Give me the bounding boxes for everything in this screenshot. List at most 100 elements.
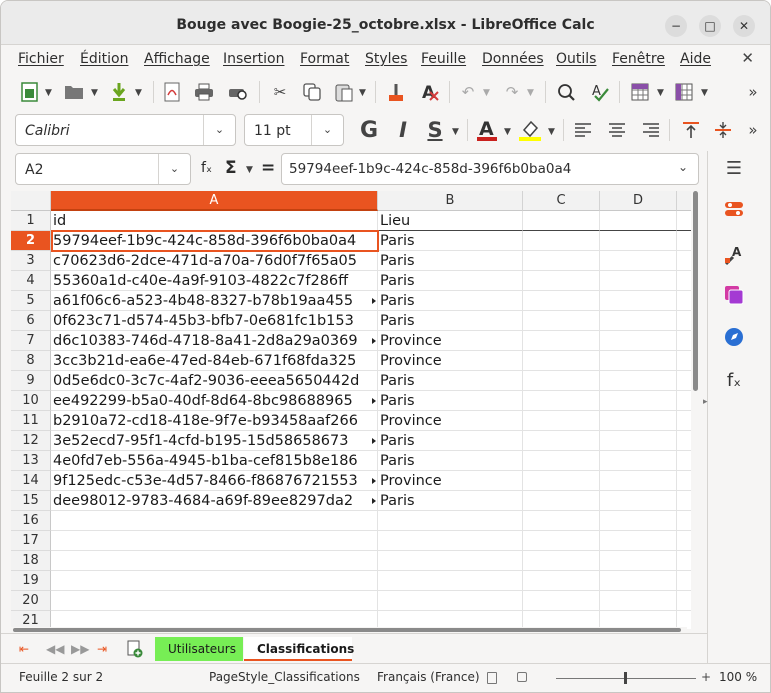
cell-e8[interactable] <box>677 351 691 371</box>
row-header[interactable]: 12 <box>11 431 51 451</box>
cell-e11[interactable] <box>677 411 691 431</box>
row-header[interactable]: 7 <box>11 331 51 351</box>
cell-e14[interactable] <box>677 471 691 491</box>
minimize-button[interactable]: − <box>665 15 687 37</box>
column-header-c[interactable]: C <box>523 191 600 211</box>
open-folder-icon[interactable] <box>63 81 85 103</box>
row-header[interactable]: 16 <box>11 511 51 531</box>
cell-d9[interactable] <box>600 371 677 391</box>
cell-c5[interactable] <box>523 291 600 311</box>
row-header[interactable]: 4 <box>11 271 51 291</box>
row-header[interactable]: 5 <box>11 291 51 311</box>
maximize-button[interactable]: □ <box>699 15 721 37</box>
cell-e10[interactable] <box>677 391 691 411</box>
formula-input[interactable]: 59794eef-1b9c-424c-858d-396f6b0ba0a4 ⌄ <box>281 153 699 185</box>
row-header[interactable]: 8 <box>11 351 51 371</box>
cell-e1[interactable] <box>677 211 691 231</box>
open-dropdown-icon[interactable]: ▼ <box>91 88 98 98</box>
column-header-a[interactable]: A <box>51 191 378 211</box>
sheet-tab-utilisateurs[interactable]: Utilisateurs <box>155 637 243 661</box>
menu-affichage[interactable]: Affichage <box>144 51 210 67</box>
close-document-icon[interactable]: ✕ <box>741 49 754 67</box>
menu-donnees[interactable]: Données <box>482 51 544 67</box>
select-all-corner[interactable] <box>11 191 51 211</box>
align-top-icon[interactable] <box>679 118 703 142</box>
undo-icon[interactable]: ↶ <box>457 81 479 103</box>
menu-aide[interactable]: Aide <box>680 51 711 67</box>
copy-icon[interactable] <box>301 81 323 103</box>
next-sheet-icon[interactable]: ▶▶ <box>71 642 89 656</box>
column-icon[interactable] <box>673 81 695 103</box>
cell-b11[interactable]: Province <box>378 411 523 431</box>
cell-b19[interactable] <box>378 571 523 591</box>
page-style[interactable]: PageStyle_Classifications <box>209 670 360 684</box>
cell-e15[interactable] <box>677 491 691 511</box>
toolbar-overflow-icon[interactable]: » <box>745 118 761 142</box>
vertical-scrollbar-thumb[interactable] <box>693 191 698 391</box>
column-header-b[interactable]: B <box>378 191 523 211</box>
spreadsheet-grid[interactable]: A B C D 1 id Lieu 2 59794eef-1b9c-424c-858d-… <box>11 191 691 629</box>
cell-e3[interactable] <box>677 251 691 271</box>
cell-e2[interactable] <box>677 231 691 251</box>
cell-b3[interactable]: Paris <box>378 251 523 271</box>
properties-icon[interactable] <box>722 200 746 224</box>
column-header-e[interactable] <box>677 191 691 211</box>
find-replace-icon[interactable] <box>555 81 577 103</box>
close-button[interactable]: ✕ <box>733 15 755 37</box>
horizontal-scrollbar-thumb[interactable] <box>13 628 681 632</box>
cell-a10[interactable]: ee492299-b5a0-40df-8d64-8bc98688965 <box>51 391 378 411</box>
previous-sheet-icon[interactable]: ◀◀ <box>46 642 64 656</box>
row-header[interactable]: 9 <box>11 371 51 391</box>
cell-c20[interactable] <box>523 591 600 611</box>
menu-outils[interactable]: Outils <box>556 51 596 67</box>
vertical-scrollbar[interactable] <box>691 191 701 629</box>
name-box[interactable]: A2 ⌄ <box>15 153 191 185</box>
bold-icon[interactable]: G <box>357 118 381 143</box>
cell-e12[interactable] <box>677 431 691 451</box>
cell-c8[interactable] <box>523 351 600 371</box>
cell-a5[interactable]: a61f06c6-a523-4b48-8327-b78b19aa455 <box>51 291 378 311</box>
font-color-icon[interactable]: A <box>475 116 499 144</box>
print-preview-icon[interactable] <box>227 81 249 103</box>
export-pdf-icon[interactable] <box>161 81 183 103</box>
row-header[interactable]: 14 <box>11 471 51 491</box>
last-sheet-icon[interactable]: ⇥ <box>97 642 107 656</box>
cell-b15[interactable]: Paris <box>378 491 523 511</box>
gallery-icon[interactable] <box>722 285 746 309</box>
cell-d15[interactable] <box>600 491 677 511</box>
font-color-dropdown-icon[interactable]: ▼ <box>504 127 511 137</box>
cell-e7[interactable] <box>677 331 691 351</box>
cell-e9[interactable] <box>677 371 691 391</box>
cell-e18[interactable] <box>677 551 691 571</box>
chevron-down-icon[interactable]: ⌄ <box>158 154 190 184</box>
cell-a3[interactable]: c70623d6-2dce-471d-a70a-76d0f7f65a05 <box>51 251 378 271</box>
cell-b7[interactable]: Province <box>378 331 523 351</box>
align-left-icon[interactable] <box>571 118 595 142</box>
row-header[interactable]: 2 <box>11 231 51 251</box>
cell-c7[interactable] <box>523 331 600 351</box>
redo-dropdown-icon[interactable]: ▼ <box>527 88 534 98</box>
row-header[interactable]: 6 <box>11 311 51 331</box>
center-vertically-icon[interactable] <box>711 118 735 142</box>
sheet-tab-classifications[interactable]: Classifications <box>244 637 354 661</box>
styles-icon[interactable]: A <box>722 244 746 268</box>
cell-b5[interactable]: Paris <box>378 291 523 311</box>
cell-a9[interactable]: 0d5e6dc0-3c7c-4af2-9036-eeea5650442d <box>51 371 378 391</box>
cell-b20[interactable] <box>378 591 523 611</box>
menu-edition[interactable]: Édition <box>80 51 128 67</box>
align-center-icon[interactable] <box>605 118 629 142</box>
zoom-level[interactable]: 100 % <box>719 670 757 684</box>
cell-d5[interactable] <box>600 291 677 311</box>
language-status[interactable]: Français (France) <box>377 670 480 684</box>
toolbar-overflow-icon[interactable]: » <box>745 81 761 103</box>
highlight-color-icon[interactable] <box>517 116 543 144</box>
cell-c2[interactable] <box>523 231 600 251</box>
cell-a2[interactable]: 59794eef-1b9c-424c-858d-396f6b0ba0a4 <box>51 231 378 251</box>
cell-a18[interactable] <box>51 551 378 571</box>
navigator-icon[interactable] <box>722 327 746 351</box>
cell-d1[interactable] <box>600 211 677 231</box>
sidebar-collapse-icon[interactable]: ▸ <box>703 397 708 407</box>
cell-a4[interactable]: 55360a1d-c40e-4a9f-9103-4822c7f286ff <box>51 271 378 291</box>
sum-dropdown-icon[interactable]: ▼ <box>246 165 253 175</box>
cell-b2[interactable]: Paris <box>378 231 523 251</box>
